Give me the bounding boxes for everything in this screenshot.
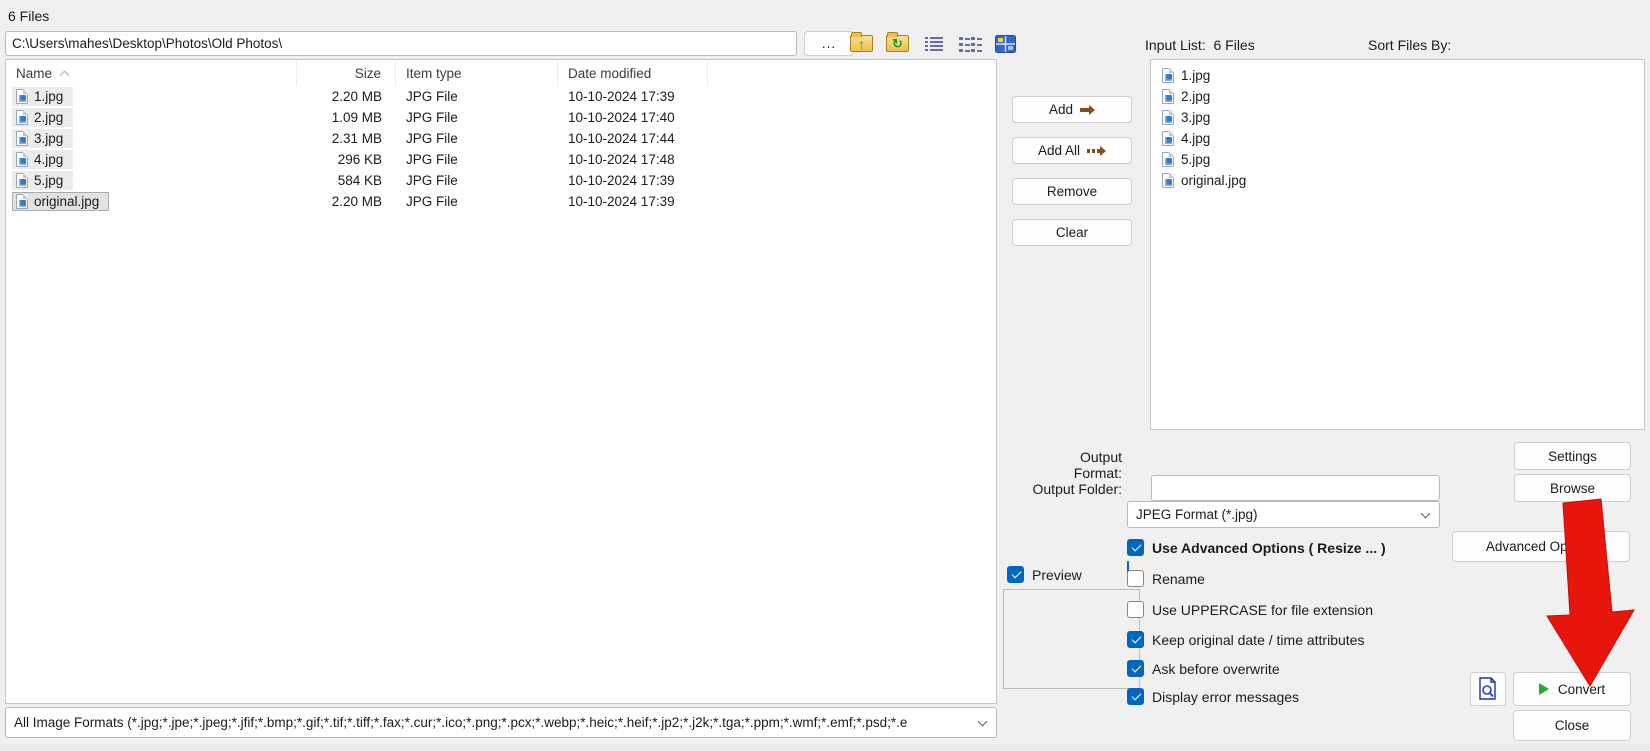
list-item[interactable]: original.jpg xyxy=(1151,170,1644,191)
output-format-dropdown[interactable]: JPEG Format (*.jpg) xyxy=(1127,501,1440,528)
display-errors-checkbox[interactable] xyxy=(1127,688,1144,705)
table-row[interactable]: 2.jpg 1.09 MB JPG File 10-10-2024 17:40 xyxy=(6,107,996,128)
file-count-label: 6 Files xyxy=(8,8,49,24)
column-header-type[interactable]: Item type xyxy=(396,60,558,86)
table-row[interactable]: 5.jpg 584 KB JPG File 10-10-2024 17:39 xyxy=(6,170,996,191)
input-list-label: Input List: 6 Files xyxy=(1145,37,1255,53)
output-folder-input[interactable] xyxy=(1151,475,1440,501)
thumbnails-view-icon[interactable] xyxy=(992,32,1019,56)
rename-row[interactable]: Rename xyxy=(1127,570,1205,587)
input-file-list: 1.jpg 2.jpg 3.jpg 4.jpg 5.jpg original.j… xyxy=(1150,59,1645,430)
chevron-down-icon xyxy=(978,716,988,726)
table-row[interactable]: 3.jpg 2.31 MB JPG File 10-10-2024 17:44 xyxy=(6,128,996,149)
preview-pane xyxy=(1003,589,1140,689)
folder-toolbar: ↑ ↻ xyxy=(848,31,1019,56)
green-play-icon xyxy=(1539,683,1549,695)
settings-button[interactable]: Settings xyxy=(1514,442,1631,470)
red-arrow-annotation xyxy=(1535,478,1645,693)
output-format-label: Output Format: xyxy=(1030,449,1122,481)
column-header-size[interactable]: Size xyxy=(297,60,396,86)
jpg-file-icon xyxy=(1162,152,1174,167)
jpg-file-icon xyxy=(16,173,28,188)
uppercase-extension-row[interactable]: Use UPPERCASE for file extension xyxy=(1127,601,1373,618)
photo-resizer-window: { "header": { "file_count_label": "6 Fil… xyxy=(0,0,1650,751)
use-advanced-options-row[interactable]: Use Advanced Options ( Resize ... ) xyxy=(1127,539,1386,556)
table-row[interactable]: 4.jpg 296 KB JPG File 10-10-2024 17:48 xyxy=(6,149,996,170)
browse-button[interactable]: Browse xyxy=(1514,474,1631,502)
image-format-filter-dropdown[interactable]: All Image Formats (*.jpg;*.jpe;*.jpeg;*.… xyxy=(5,707,997,738)
ask-overwrite-row[interactable]: Ask before overwrite xyxy=(1127,660,1280,677)
jpg-file-icon xyxy=(1162,173,1174,188)
column-header-name[interactable]: Name xyxy=(6,60,297,86)
list-item[interactable]: 2.jpg xyxy=(1151,86,1644,107)
keep-date-row[interactable]: Keep original date / time attributes xyxy=(1127,631,1364,648)
up-folder-icon[interactable]: ↑ xyxy=(848,32,875,56)
document-magnifier-icon xyxy=(1478,677,1498,701)
window-bottom-edge xyxy=(0,744,1650,751)
jpg-file-icon xyxy=(16,194,28,209)
uppercase-extension-checkbox[interactable] xyxy=(1127,601,1144,618)
sort-files-by-label: Sort Files By: xyxy=(1368,37,1451,53)
sort-ascending-icon xyxy=(60,70,70,80)
close-button[interactable]: Close xyxy=(1513,710,1631,741)
clear-button[interactable]: Clear xyxy=(1012,219,1132,246)
table-row-selected[interactable]: original.jpg 2.20 MB JPG File 10-10-2024… xyxy=(6,191,996,212)
jpg-file-icon xyxy=(16,131,28,146)
jpg-file-icon xyxy=(16,152,28,167)
ask-overwrite-checkbox[interactable] xyxy=(1127,660,1144,677)
remove-button[interactable]: Remove xyxy=(1012,178,1132,205)
small-icons-view-icon[interactable] xyxy=(956,32,983,56)
chevron-down-icon xyxy=(1421,508,1431,518)
preview-output-button[interactable] xyxy=(1470,672,1506,706)
details-view-icon[interactable] xyxy=(920,32,947,56)
convert-button[interactable]: Convert xyxy=(1513,672,1631,706)
use-advanced-options-checkbox[interactable] xyxy=(1127,539,1144,556)
jpg-file-icon xyxy=(1162,68,1174,83)
jpg-file-icon xyxy=(1162,89,1174,104)
advanced-options-button[interactable]: Advanced Options xyxy=(1452,531,1630,562)
add-all-button[interactable]: Add All xyxy=(1012,137,1132,164)
source-file-list: Name Size Item type Date modified 1.jpg … xyxy=(5,59,997,704)
jpg-file-icon xyxy=(1162,110,1174,125)
jpg-file-icon xyxy=(1162,131,1174,146)
refresh-folder-icon[interactable]: ↻ xyxy=(884,32,911,56)
jpg-file-icon xyxy=(16,89,28,104)
preview-checkbox-row[interactable]: Preview xyxy=(1007,566,1082,583)
folder-path-input[interactable] xyxy=(5,31,797,56)
keep-date-checkbox[interactable] xyxy=(1127,631,1144,648)
jpg-file-icon xyxy=(16,110,28,125)
list-item[interactable]: 1.jpg xyxy=(1151,65,1644,86)
list-item[interactable]: 3.jpg xyxy=(1151,107,1644,128)
input-list-count: 6 Files xyxy=(1213,37,1254,53)
output-folder-label: Output Folder: xyxy=(1030,481,1122,497)
list-item[interactable]: 4.jpg xyxy=(1151,128,1644,149)
display-errors-row[interactable]: Display error messages xyxy=(1127,688,1299,705)
column-header-modified[interactable]: Date modified xyxy=(558,60,708,86)
file-table-header: Name Size Item type Date modified xyxy=(6,60,996,86)
table-row[interactable]: 1.jpg 2.20 MB JPG File 10-10-2024 17:39 xyxy=(6,86,996,107)
list-item[interactable]: 5.jpg xyxy=(1151,149,1644,170)
solid-arrow-right-icon xyxy=(1080,105,1095,115)
dashed-arrow-right-icon xyxy=(1087,146,1106,156)
browse-folder-dots-button[interactable]: ... xyxy=(804,31,854,56)
add-button[interactable]: Add xyxy=(1012,96,1132,123)
preview-checkbox[interactable] xyxy=(1007,566,1024,583)
rename-checkbox[interactable] xyxy=(1127,570,1144,587)
